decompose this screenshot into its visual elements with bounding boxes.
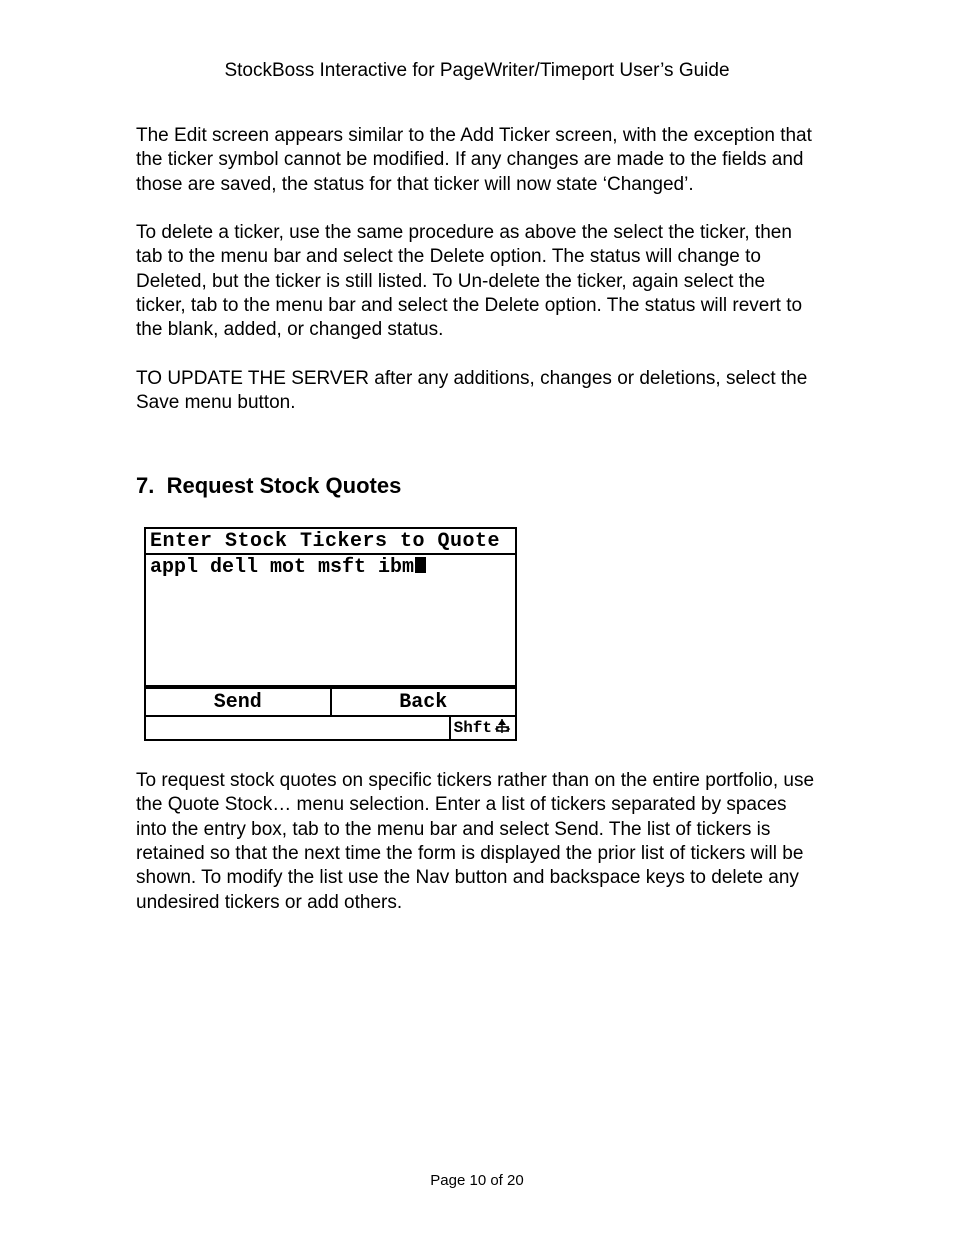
section-number: 7. bbox=[136, 473, 154, 498]
device-status-bar: Shft bbox=[144, 717, 517, 741]
section-title-text: Request Stock Quotes bbox=[167, 473, 402, 498]
paragraph-edit-screen: The Edit screen appears similar to the A… bbox=[136, 124, 818, 197]
status-blank bbox=[146, 717, 451, 739]
document-page: StockBoss Interactive for PageWriter/Tim… bbox=[0, 0, 954, 1235]
paragraph-request-quotes: To request stock quotes on specific tick… bbox=[136, 769, 818, 915]
page-footer: Page 10 of 20 bbox=[0, 1172, 954, 1189]
device-screenshot: Enter Stock Tickers to Quote appl dell m… bbox=[144, 527, 517, 741]
send-button[interactable]: Send bbox=[146, 687, 330, 717]
signal-icon bbox=[492, 718, 512, 739]
ticker-input-value: appl dell mot msft ibm bbox=[150, 556, 414, 579]
device-screen-title: Enter Stock Tickers to Quote bbox=[144, 527, 517, 553]
paragraph-delete-ticker: To delete a ticker, use the same procedu… bbox=[136, 221, 818, 343]
shift-indicator: Shft bbox=[451, 717, 515, 739]
section-heading: 7. Request Stock Quotes bbox=[136, 473, 818, 499]
paragraph-update-server: TO UPDATE THE SERVER after any additions… bbox=[136, 367, 818, 416]
text-cursor-icon bbox=[415, 557, 426, 573]
page-header: StockBoss Interactive for PageWriter/Tim… bbox=[136, 60, 818, 82]
ticker-input[interactable]: appl dell mot msft ibm bbox=[144, 553, 517, 687]
back-button[interactable]: Back bbox=[330, 687, 516, 717]
device-button-row: Send Back bbox=[144, 687, 517, 717]
shift-label: Shft bbox=[454, 719, 492, 737]
